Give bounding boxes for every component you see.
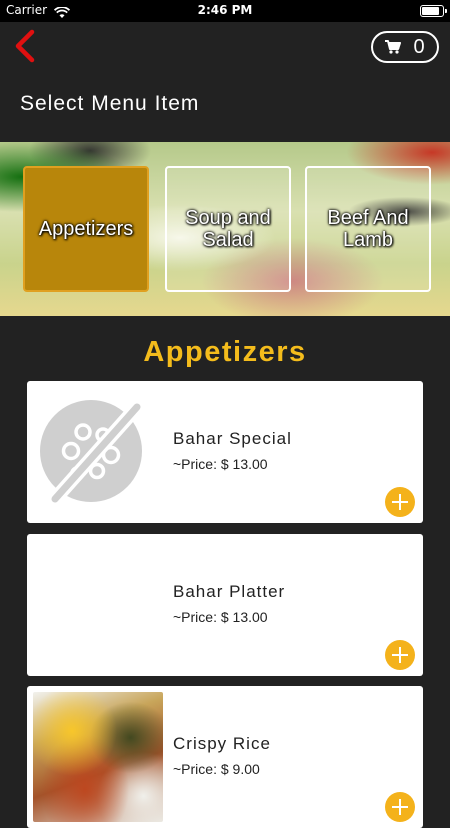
item-name: Bahar Special — [173, 429, 292, 448]
add-to-cart-button[interactable] — [385, 487, 415, 517]
category-tile-beef-and-lamb[interactable]: Beef And Lamb — [305, 166, 431, 292]
no-image-placeholder-icon — [33, 387, 163, 517]
item-name: Bahar Platter — [173, 582, 286, 601]
section-title: Appetizers — [143, 336, 307, 368]
menu-item-card[interactable]: Crispy Rice ~Price: $ 9.00 — [27, 686, 423, 828]
menu-item-card[interactable]: Bahar Platter ~Price: $ 13.00 — [27, 534, 423, 676]
battery-icon — [420, 5, 447, 17]
cart-count: 0 — [413, 35, 425, 58]
back-button[interactable] — [10, 28, 42, 64]
category-tile-appetizers[interactable]: Appetizers — [23, 166, 149, 292]
item-image — [33, 692, 163, 822]
status-bar: Carrier 2:46 PM — [0, 0, 450, 22]
item-image — [33, 540, 163, 670]
clock: 2:46 PM — [197, 3, 253, 17]
category-label: Beef And Lamb — [327, 207, 409, 251]
category-banner[interactable]: Appetizers Soup and Salad Beef And Lamb — [0, 142, 450, 316]
cart-icon — [385, 40, 402, 54]
cart-button[interactable]: 0 — [371, 31, 439, 63]
category-label: Soup and Salad — [185, 207, 271, 251]
category-tile-soup-and-salad[interactable]: Soup and Salad — [165, 166, 291, 292]
add-to-cart-button[interactable] — [385, 640, 415, 670]
item-price: ~Price: $ 13.00 — [173, 609, 268, 625]
add-to-cart-button[interactable] — [385, 792, 415, 822]
chevron-left-icon — [15, 29, 35, 63]
item-price: ~Price: $ 9.00 — [173, 761, 260, 777]
item-name: Crispy Rice — [173, 734, 271, 753]
menu-item-card[interactable]: Bahar Special ~Price: $ 13.00 — [27, 381, 423, 523]
category-label: Appetizers — [38, 218, 134, 240]
page-title: Select Menu Item — [20, 92, 200, 115]
item-price: ~Price: $ 13.00 — [173, 456, 268, 472]
